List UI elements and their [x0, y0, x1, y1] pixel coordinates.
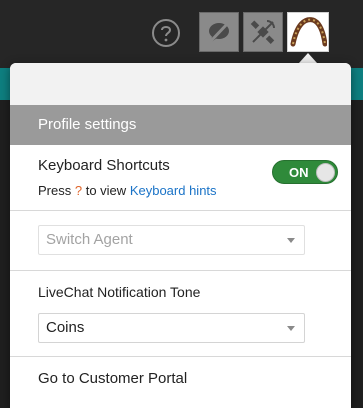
toggle-label: ON — [289, 165, 309, 180]
help-button[interactable] — [152, 19, 180, 47]
panel-top-bar — [10, 63, 351, 105]
hint-key: ? — [74, 183, 83, 198]
keyboard-shortcuts-title: Keyboard Shortcuts — [38, 157, 170, 174]
keyboard-hint: Press ? to view Keyboard hints — [38, 183, 217, 198]
notification-tone-value: Coins — [46, 319, 85, 336]
satellite-slash-icon — [250, 20, 275, 44]
dropdown-caret — [299, 53, 317, 63]
notification-tone-title: LiveChat Notification Tone — [38, 284, 201, 300]
keyboard-shortcuts-toggle[interactable]: ON — [272, 160, 338, 184]
profile-dropdown: Profile settings Keyboard Shortcuts Pres… — [10, 63, 351, 408]
chat-off-button[interactable] — [199, 12, 239, 52]
connection-off-button[interactable] — [243, 12, 283, 52]
keyboard-hints-link[interactable]: Keyboard hints — [130, 183, 217, 198]
notification-tone-section: LiveChat Notification Tone Coins — [10, 271, 351, 357]
chevron-down-icon — [287, 238, 295, 243]
customer-portal-link[interactable]: Go to Customer Portal — [10, 357, 351, 401]
hint-prefix: Press — [38, 183, 72, 198]
keyboard-shortcuts-section: Keyboard Shortcuts Press ? to view Keybo… — [10, 145, 351, 211]
toggle-knob — [316, 163, 335, 182]
avatar-button[interactable] — [287, 12, 329, 52]
switch-agent-value: Switch Agent — [46, 231, 133, 248]
panel-header: Profile settings — [10, 105, 351, 145]
avatar-image — [290, 17, 327, 47]
switch-agent-section: Switch Agent — [10, 211, 351, 271]
switch-agent-select: Switch Agent — [38, 225, 305, 255]
hint-middle: to view — [85, 183, 127, 198]
bubble-slash-icon — [207, 20, 231, 45]
chevron-down-icon — [287, 326, 295, 331]
question-circle-icon — [161, 26, 172, 42]
notification-tone-select[interactable]: Coins — [38, 313, 305, 343]
